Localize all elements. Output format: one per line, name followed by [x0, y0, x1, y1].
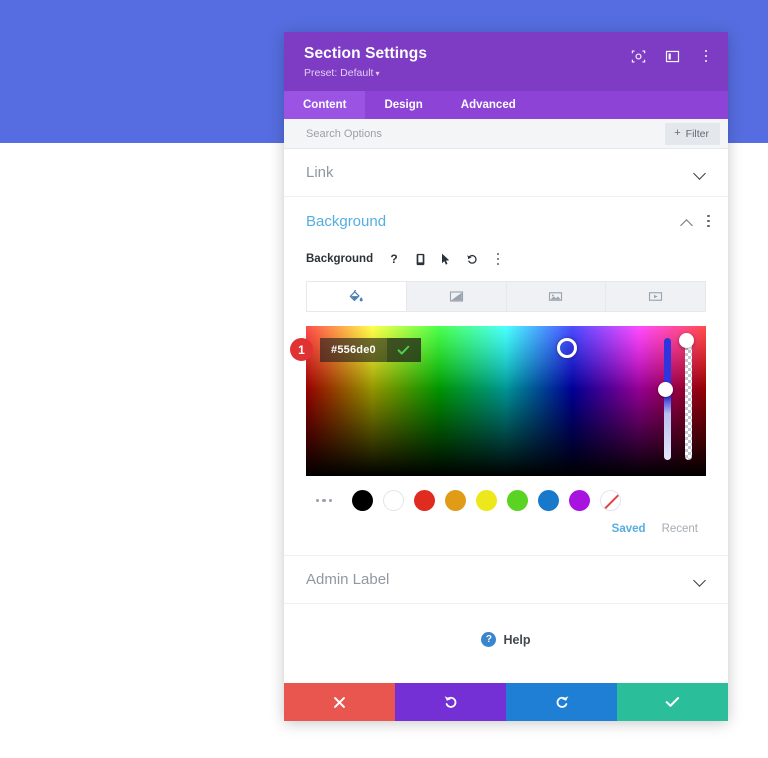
alpha-slider-knob[interactable]: [679, 333, 694, 348]
chevron-down-icon: [695, 576, 706, 583]
section-admin-label-text: Admin Label: [306, 571, 390, 588]
undo-arrow-icon: [444, 696, 456, 708]
palette-tabs: Saved Recent: [306, 523, 698, 535]
image-icon: [549, 292, 563, 301]
chevron-down-icon: [695, 169, 706, 176]
hue-slider[interactable]: [658, 338, 673, 460]
search-bar: + Filter: [284, 119, 728, 149]
palette-tab-recent[interactable]: Recent: [662, 523, 698, 535]
background-type-color[interactable]: [307, 282, 407, 311]
overflow-menu-icon[interactable]: [698, 48, 714, 64]
checkmark-icon: [397, 345, 410, 354]
chevron-up-icon[interactable]: [682, 218, 693, 225]
section-background-title: Background: [306, 212, 387, 230]
modal-footer: [284, 683, 728, 721]
save-button[interactable]: [617, 683, 728, 721]
background-type-video[interactable]: [606, 282, 705, 311]
picker-sliders: [658, 333, 694, 460]
help-icon[interactable]: ?: [387, 252, 401, 266]
background-type-tabs: [306, 281, 706, 312]
responsive-mobile-icon[interactable]: [413, 252, 427, 266]
layout-panel-icon[interactable]: [664, 48, 680, 64]
redo-arrow-icon: [556, 696, 568, 708]
tab-design[interactable]: Design: [365, 91, 441, 119]
swatch-blue[interactable]: [538, 490, 559, 511]
video-icon: [649, 292, 663, 301]
filter-button-label: Filter: [685, 127, 709, 140]
modal-header: Section Settings Preset: Default ▾: [284, 32, 728, 91]
section-link-label: Link: [306, 164, 334, 181]
background-field-label-row: Background ?: [284, 247, 728, 271]
help-circle-icon: ?: [481, 632, 497, 647]
modal-body: Link Background Background ? 1 #556de0 S…: [284, 149, 728, 683]
preset-label: Preset: Default: [304, 67, 374, 79]
swatch-yellow[interactable]: [476, 490, 497, 511]
color-swatch-row: [306, 490, 706, 511]
cancel-button[interactable]: [284, 683, 395, 721]
section-admin-label[interactable]: Admin Label: [284, 556, 728, 604]
help-link[interactable]: ? Help: [284, 604, 728, 647]
section-background-header[interactable]: Background: [284, 197, 728, 245]
color-picker-handle[interactable]: [557, 338, 577, 358]
section-background: Background Background ? 1 #556de0 Saved …: [284, 197, 728, 556]
color-picker: 1 #556de0: [290, 326, 706, 476]
undo-button[interactable]: [395, 683, 506, 721]
plus-icon: +: [674, 127, 681, 139]
hover-cursor-icon[interactable]: [439, 252, 453, 266]
reset-undo-icon[interactable]: [465, 252, 479, 266]
gradient-icon: [449, 291, 463, 302]
section-option-menu-icon[interactable]: [707, 214, 710, 228]
swatch-red[interactable]: [414, 490, 435, 511]
swatch-transparent[interactable]: [600, 490, 621, 511]
option-menu-icon[interactable]: [491, 252, 505, 266]
hex-confirm-button[interactable]: [386, 338, 421, 362]
close-x-icon: [334, 696, 345, 708]
swatch-purple[interactable]: [569, 490, 590, 511]
focus-target-icon[interactable]: [630, 48, 646, 64]
redo-button[interactable]: [506, 683, 617, 721]
step-badge-1: 1: [290, 338, 313, 361]
checkmark-icon: [665, 697, 680, 707]
tab-advanced[interactable]: Advanced: [442, 91, 535, 119]
search-input[interactable]: [306, 127, 666, 140]
header-icon-group: [630, 48, 714, 64]
preset-selector[interactable]: Preset: Default ▾: [304, 67, 708, 80]
swatch-green[interactable]: [507, 490, 528, 511]
filter-button[interactable]: + Filter: [665, 122, 720, 145]
alpha-slider[interactable]: [679, 333, 694, 460]
background-type-image[interactable]: [507, 282, 607, 311]
paint-bucket-icon: [349, 289, 363, 302]
palette-tab-saved[interactable]: Saved: [612, 523, 646, 535]
section-link[interactable]: Link: [284, 149, 728, 197]
modal-tab-bar: Content Design Advanced: [284, 91, 728, 119]
preset-caret-icon: ▾: [375, 69, 380, 78]
swatch-black[interactable]: [352, 490, 373, 511]
swatch-orange[interactable]: [445, 490, 466, 511]
section-settings-modal: Section Settings Preset: Default ▾ Conte…: [284, 32, 728, 721]
more-colors-icon[interactable]: [306, 498, 342, 503]
swatch-white[interactable]: [383, 490, 404, 511]
page-root: Section Settings Preset: Default ▾ Conte…: [0, 0, 768, 758]
background-field-label: Background: [306, 253, 374, 265]
hue-slider-knob[interactable]: [658, 382, 673, 397]
hex-input-group: #556de0: [320, 338, 421, 362]
help-label: Help: [503, 632, 531, 647]
hex-color-input[interactable]: #556de0: [320, 338, 387, 362]
tab-content[interactable]: Content: [284, 91, 366, 119]
section-background-header-actions: [682, 214, 710, 228]
background-type-gradient[interactable]: [407, 282, 507, 311]
